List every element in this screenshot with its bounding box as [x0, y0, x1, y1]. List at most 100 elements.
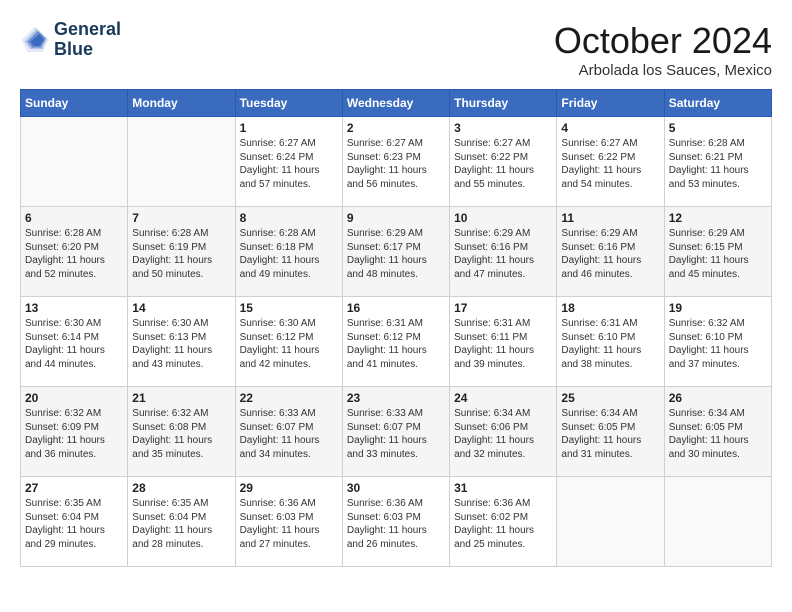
day-number: 27 — [25, 481, 123, 495]
calendar-cell: 29 Sunrise: 6:36 AM Sunset: 6:03 PM Dayli… — [235, 477, 342, 567]
day-info: Sunrise: 6:27 AM Sunset: 6:24 PM Dayligh… — [240, 137, 338, 191]
day-info: Sunrise: 6:27 AM Sunset: 6:23 PM Dayligh… — [347, 137, 445, 191]
month-title: October 2024 — [554, 20, 772, 62]
day-info: Sunrise: 6:34 AM Sunset: 6:06 PM Dayligh… — [454, 407, 552, 461]
day-number: 7 — [132, 211, 230, 225]
day-number: 11 — [561, 211, 659, 225]
calendar-week-row: 1 Sunrise: 6:27 AM Sunset: 6:24 PM Daylig… — [21, 117, 772, 207]
calendar-cell: 1 Sunrise: 6:27 AM Sunset: 6:24 PM Daylig… — [235, 117, 342, 207]
day-number: 24 — [454, 391, 552, 405]
calendar-cell: 4 Sunrise: 6:27 AM Sunset: 6:22 PM Daylig… — [557, 117, 664, 207]
day-info: Sunrise: 6:29 AM Sunset: 6:16 PM Dayligh… — [561, 227, 659, 281]
day-info: Sunrise: 6:32 AM Sunset: 6:09 PM Dayligh… — [25, 407, 123, 461]
calendar-cell — [664, 477, 771, 567]
day-number: 14 — [132, 301, 230, 315]
calendar-cell: 23Sunrise: 6:33 AM Sunset: 6:07 PM Dayli… — [342, 387, 449, 477]
title-section: October 2024 Arbolada los Sauces, Mexico — [554, 20, 772, 79]
calendar-cell: 8 Sunrise: 6:28 AM Sunset: 6:18 PM Daylig… — [235, 207, 342, 297]
day-number: 5 — [669, 121, 767, 135]
calendar-cell: 25 Sunrise: 6:34 AM Sunset: 6:05 PM Dayli… — [557, 387, 664, 477]
day-number: 1 — [240, 121, 338, 135]
day-info: Sunrise: 6:28 AM Sunset: 6:21 PM Dayligh… — [669, 137, 767, 191]
calendar-table: SundayMondayTuesdayWednesdayThursdayFrid… — [20, 89, 772, 567]
calendar-day-header: Friday — [557, 90, 664, 117]
day-number: 22 — [240, 391, 338, 405]
calendar-cell: 19 Sunrise: 6:32 AM Sunset: 6:10 PM Dayli… — [664, 297, 771, 387]
day-info: Sunrise: 6:34 AM Sunset: 6:05 PM Dayligh… — [561, 407, 659, 461]
calendar-cell: 9 Sunrise: 6:29 AM Sunset: 6:17 PM Daylig… — [342, 207, 449, 297]
calendar-cell: 31 Sunrise: 6:36 AM Sunset: 6:02 PM Dayli… — [450, 477, 557, 567]
day-number: 23 — [347, 391, 445, 405]
day-number: 2 — [347, 121, 445, 135]
day-number: 10 — [454, 211, 552, 225]
calendar-cell — [557, 477, 664, 567]
day-number: 29 — [240, 481, 338, 495]
calendar-cell: 5 Sunrise: 6:28 AM Sunset: 6:21 PM Daylig… — [664, 117, 771, 207]
day-info: Sunrise: 6:35 AM Sunset: 6:04 PM Dayligh… — [25, 497, 123, 551]
day-info: Sunrise: 6:29 AM Sunset: 6:17 PM Dayligh… — [347, 227, 445, 281]
day-info: Sunrise: 6:29 AM Sunset: 6:16 PM Dayligh… — [454, 227, 552, 281]
logo-text: General Blue — [54, 20, 121, 60]
page-header: General Blue October 2024 Arbolada los S… — [20, 20, 772, 79]
day-number: 12 — [669, 211, 767, 225]
calendar-cell: 20Sunrise: 6:32 AM Sunset: 6:09 PM Dayli… — [21, 387, 128, 477]
day-number: 8 — [240, 211, 338, 225]
calendar-body: 1 Sunrise: 6:27 AM Sunset: 6:24 PM Daylig… — [21, 117, 772, 567]
calendar-day-header: Monday — [128, 90, 235, 117]
calendar-day-header: Tuesday — [235, 90, 342, 117]
day-info: Sunrise: 6:31 AM Sunset: 6:10 PM Dayligh… — [561, 317, 659, 371]
calendar-week-row: 13 Sunrise: 6:30 AM Sunset: 6:14 PM Dayli… — [21, 297, 772, 387]
calendar-cell: 16 Sunrise: 6:31 AM Sunset: 6:12 PM Dayli… — [342, 297, 449, 387]
day-number: 25 — [561, 391, 659, 405]
logo: General Blue — [20, 20, 121, 60]
calendar-cell: 26Sunrise: 6:34 AM Sunset: 6:05 PM Dayli… — [664, 387, 771, 477]
calendar-cell: 27 Sunrise: 6:35 AM Sunset: 6:04 PM Dayli… — [21, 477, 128, 567]
day-info: Sunrise: 6:31 AM Sunset: 6:11 PM Dayligh… — [454, 317, 552, 371]
day-info: Sunrise: 6:27 AM Sunset: 6:22 PM Dayligh… — [454, 137, 552, 191]
day-number: 13 — [25, 301, 123, 315]
calendar-cell: 15Sunrise: 6:30 AM Sunset: 6:12 PM Dayli… — [235, 297, 342, 387]
calendar-cell: 13 Sunrise: 6:30 AM Sunset: 6:14 PM Dayli… — [21, 297, 128, 387]
day-info: Sunrise: 6:31 AM Sunset: 6:12 PM Dayligh… — [347, 317, 445, 371]
day-number: 31 — [454, 481, 552, 495]
calendar-cell: 28Sunrise: 6:35 AM Sunset: 6:04 PM Dayli… — [128, 477, 235, 567]
day-number: 19 — [669, 301, 767, 315]
day-number: 16 — [347, 301, 445, 315]
day-info: Sunrise: 6:36 AM Sunset: 6:03 PM Dayligh… — [240, 497, 338, 551]
calendar-cell: 10 Sunrise: 6:29 AM Sunset: 6:16 PM Dayli… — [450, 207, 557, 297]
day-info: Sunrise: 6:32 AM Sunset: 6:10 PM Dayligh… — [669, 317, 767, 371]
day-info: Sunrise: 6:36 AM Sunset: 6:02 PM Dayligh… — [454, 497, 552, 551]
calendar-cell — [21, 117, 128, 207]
day-number: 21 — [132, 391, 230, 405]
day-info: Sunrise: 6:30 AM Sunset: 6:14 PM Dayligh… — [25, 317, 123, 371]
calendar-cell: 22Sunrise: 6:33 AM Sunset: 6:07 PM Dayli… — [235, 387, 342, 477]
calendar-cell: 21 Sunrise: 6:32 AM Sunset: 6:08 PM Dayli… — [128, 387, 235, 477]
calendar-cell: 18Sunrise: 6:31 AM Sunset: 6:10 PM Dayli… — [557, 297, 664, 387]
calendar-cell: 3Sunrise: 6:27 AM Sunset: 6:22 PM Daylig… — [450, 117, 557, 207]
day-number: 6 — [25, 211, 123, 225]
day-info: Sunrise: 6:28 AM Sunset: 6:19 PM Dayligh… — [132, 227, 230, 281]
location: Arbolada los Sauces, Mexico — [554, 62, 772, 79]
calendar-cell: 11 Sunrise: 6:29 AM Sunset: 6:16 PM Dayli… — [557, 207, 664, 297]
calendar-week-row: 27 Sunrise: 6:35 AM Sunset: 6:04 PM Dayli… — [21, 477, 772, 567]
calendar-week-row: 6 Sunrise: 6:28 AM Sunset: 6:20 PM Daylig… — [21, 207, 772, 297]
day-info: Sunrise: 6:35 AM Sunset: 6:04 PM Dayligh… — [132, 497, 230, 551]
calendar-cell: 30Sunrise: 6:36 AM Sunset: 6:03 PM Dayli… — [342, 477, 449, 567]
day-info: Sunrise: 6:30 AM Sunset: 6:12 PM Dayligh… — [240, 317, 338, 371]
calendar-day-header: Wednesday — [342, 90, 449, 117]
logo-icon — [20, 25, 50, 55]
day-info: Sunrise: 6:30 AM Sunset: 6:13 PM Dayligh… — [132, 317, 230, 371]
day-number: 9 — [347, 211, 445, 225]
calendar-day-header: Saturday — [664, 90, 771, 117]
day-info: Sunrise: 6:28 AM Sunset: 6:20 PM Dayligh… — [25, 227, 123, 281]
day-number: 4 — [561, 121, 659, 135]
calendar-header-row: SundayMondayTuesdayWednesdayThursdayFrid… — [21, 90, 772, 117]
day-info: Sunrise: 6:32 AM Sunset: 6:08 PM Dayligh… — [132, 407, 230, 461]
day-info: Sunrise: 6:29 AM Sunset: 6:15 PM Dayligh… — [669, 227, 767, 281]
day-info: Sunrise: 6:27 AM Sunset: 6:22 PM Dayligh… — [561, 137, 659, 191]
calendar-cell: 6 Sunrise: 6:28 AM Sunset: 6:20 PM Daylig… — [21, 207, 128, 297]
day-info: Sunrise: 6:28 AM Sunset: 6:18 PM Dayligh… — [240, 227, 338, 281]
calendar-day-header: Thursday — [450, 90, 557, 117]
calendar-week-row: 20Sunrise: 6:32 AM Sunset: 6:09 PM Dayli… — [21, 387, 772, 477]
day-number: 26 — [669, 391, 767, 405]
